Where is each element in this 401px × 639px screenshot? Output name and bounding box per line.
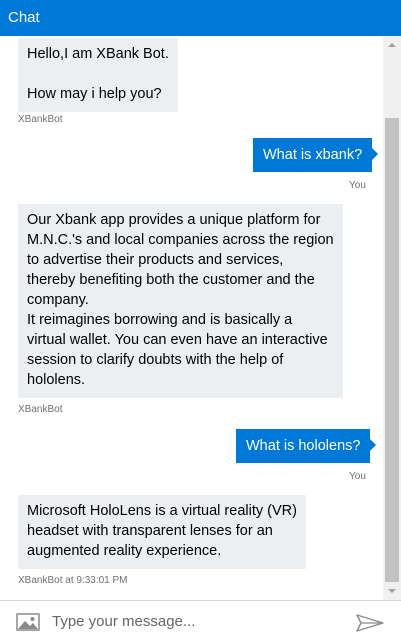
scroll-down-button[interactable] <box>383 582 401 600</box>
send-icon[interactable] <box>355 613 385 633</box>
scroll-thumb[interactable] <box>385 118 399 582</box>
scroll-up-button[interactable] <box>383 36 401 54</box>
message-line: hololens. <box>27 372 86 388</box>
message-line: How may i help you? <box>27 86 162 102</box>
user-message: What is hololens? <box>236 429 377 463</box>
message-line: thereby benefiting both the customer and… <box>27 272 315 288</box>
message-composer <box>0 600 401 639</box>
message-line: Our Xbank app provides a unique platform… <box>27 212 321 228</box>
bot-message: Microsoft HoloLens is a virtual reality … <box>18 495 306 569</box>
message-line: augmented reality experience. <box>27 543 222 559</box>
message-input[interactable] <box>52 607 342 635</box>
message-sender: You <box>349 180 366 191</box>
message-line: to advertise their products and services… <box>27 252 284 268</box>
message-line: virtual wallet. You can even have an int… <box>27 332 328 348</box>
message-line: headset with transparent lenses for an <box>27 523 273 539</box>
message-line: Microsoft HoloLens is a virtual reality … <box>27 503 297 519</box>
scrollbar[interactable] <box>383 36 401 600</box>
user-message: What is xbank? <box>253 138 379 172</box>
bot-message: Hello,I am XBank Bot. How may i help you… <box>18 38 178 112</box>
message-sender: XBankBot <box>18 404 63 415</box>
chevron-down-icon <box>388 589 396 593</box>
message-line: session to clarify doubts with the help … <box>27 352 284 368</box>
message-line: M.N.C.'s and local companies across the … <box>27 232 334 248</box>
message-timestamp: XBankBot at 9:33:01 PM <box>18 575 128 586</box>
message-line: Hello,I am XBank Bot. <box>27 46 169 62</box>
message-list: Hello,I am XBank Bot. How may i help you… <box>0 36 401 600</box>
chevron-up-icon <box>388 43 396 47</box>
header-title: Chat <box>8 9 40 26</box>
bot-message: Our Xbank app provides a unique platform… <box>18 204 343 398</box>
message-line: company. <box>27 292 89 308</box>
image-icon[interactable] <box>16 613 40 631</box>
message-sender: You <box>349 471 366 482</box>
chat-header: Chat <box>0 0 401 36</box>
message-sender: XBankBot <box>18 114 63 125</box>
message-line: It reimagines borrowing and is basically… <box>27 312 293 328</box>
